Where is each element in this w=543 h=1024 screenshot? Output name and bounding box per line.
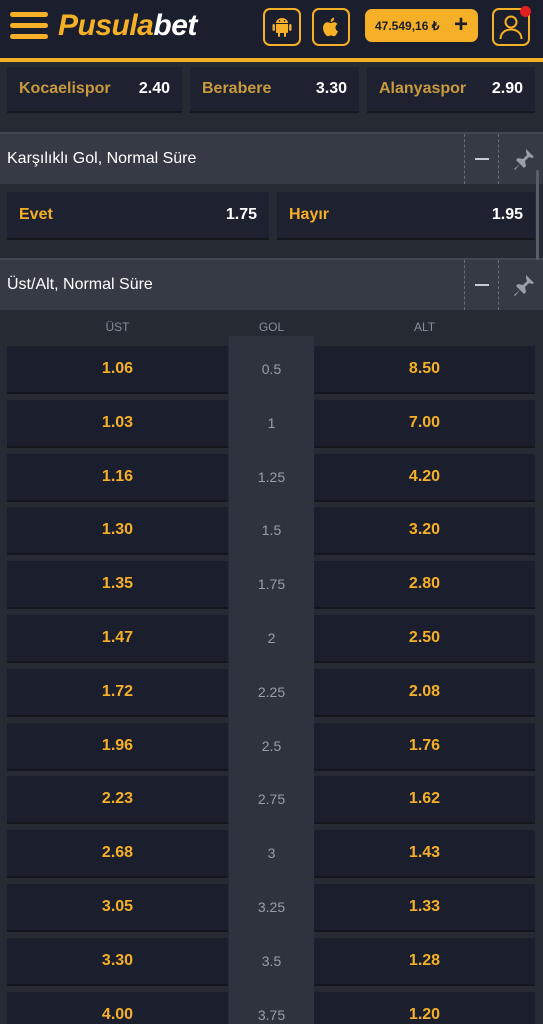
under-odd-button[interactable]: 1.20 — [314, 992, 535, 1024]
goal-line: 3.75 — [257, 1007, 286, 1023]
top-header: Pusulabet 47.549,16 ₺ + — [0, 0, 543, 58]
menu-icon[interactable] — [10, 12, 48, 40]
over-odd-button[interactable]: 1.16 — [7, 454, 228, 500]
btts-no[interactable]: Hayır 1.95 — [277, 192, 535, 238]
under-odd-button[interactable]: 1.62 — [314, 776, 535, 822]
over-odd-button[interactable]: 1.03 — [7, 400, 228, 446]
collapse-button[interactable] — [464, 134, 499, 184]
goal-line: 2.25 — [257, 684, 286, 700]
outcome-odd: 3.30 — [315, 80, 347, 97]
outcome-home[interactable]: Kocaelispor 2.40 — [7, 67, 182, 111]
under-odd-button[interactable]: 1.33 — [314, 884, 535, 930]
notification-dot — [520, 6, 531, 17]
over-odd-button[interactable]: 1.30 — [7, 507, 228, 553]
pin-icon[interactable] — [511, 272, 537, 298]
column-header-under: ALT — [413, 320, 436, 334]
balance-button[interactable]: 47.549,16 ₺ + — [365, 9, 478, 42]
goal-line: 1 — [267, 415, 276, 431]
android-icon — [272, 18, 292, 37]
outcome-name: Alanyaspor — [379, 80, 467, 97]
logo[interactable]: Pusulabet — [58, 6, 197, 46]
minus-icon — [474, 158, 489, 160]
column-header-line: GOL — [258, 320, 285, 334]
under-odd-button[interactable]: 1.43 — [314, 830, 535, 876]
ios-app-button[interactable] — [312, 8, 350, 46]
over-odd-button[interactable]: 2.68 — [7, 830, 228, 876]
outcome-odd: 2.40 — [138, 80, 170, 97]
market-header-over-under[interactable]: Üst/Alt, Normal Süre — [0, 258, 543, 310]
option-name: Hayır — [289, 206, 330, 223]
goal-line: 2 — [267, 630, 276, 646]
over-odd-button[interactable]: 4.00 — [7, 992, 228, 1024]
option-odd: 1.95 — [491, 206, 523, 223]
btts-yes[interactable]: Evet 1.75 — [7, 192, 269, 238]
option-odd: 1.75 — [225, 206, 257, 223]
over-odd-button[interactable]: 1.72 — [7, 669, 228, 715]
under-odd-button[interactable]: 4.20 — [314, 454, 535, 500]
under-odd-button[interactable]: 3.20 — [314, 507, 535, 553]
goal-line: 2.5 — [261, 738, 282, 754]
market-header-btts[interactable]: Karşılıklı Gol, Normal Süre — [0, 132, 543, 184]
option-name: Evet — [19, 206, 53, 223]
scrollbar[interactable] — [536, 170, 539, 260]
market-title: Üst/Alt, Normal Süre — [7, 276, 153, 293]
logo-part-1: Pusula — [58, 9, 154, 42]
goal-line: 1.5 — [261, 522, 282, 538]
balance-amount: 47.549,16 ₺ — [375, 18, 440, 33]
over-odd-button[interactable]: 3.30 — [7, 938, 228, 984]
under-odd-button[interactable]: 2.08 — [314, 669, 535, 715]
under-odd-button[interactable]: 2.50 — [314, 615, 535, 661]
goal-line: 3.25 — [257, 899, 286, 915]
goal-line: 0.5 — [261, 361, 282, 377]
android-app-button[interactable] — [263, 8, 301, 46]
column-header-over: ÜST — [105, 320, 130, 334]
outcome-away[interactable]: Alanyaspor 2.90 — [367, 67, 535, 111]
outcome-odd: 2.90 — [491, 80, 523, 97]
outcome-name: Kocaelispor — [19, 80, 111, 97]
pin-icon[interactable] — [511, 146, 537, 172]
outcome-name: Berabere — [202, 80, 272, 97]
over-odd-button[interactable]: 2.23 — [7, 776, 228, 822]
goal-line: 1.75 — [257, 576, 286, 592]
minus-icon — [474, 284, 489, 286]
outcome-draw[interactable]: Berabere 3.30 — [190, 67, 359, 111]
market-title: Karşılıklı Gol, Normal Süre — [7, 150, 197, 167]
over-odd-button[interactable]: 1.35 — [7, 561, 228, 607]
over-odd-button[interactable]: 3.05 — [7, 884, 228, 930]
under-odd-button[interactable]: 8.50 — [314, 346, 535, 392]
goal-line: 2.75 — [257, 791, 286, 807]
goal-line: 3 — [267, 845, 276, 861]
plus-icon: + — [453, 11, 468, 38]
over-odd-button[interactable]: 1.96 — [7, 723, 228, 769]
collapse-button[interactable] — [464, 260, 499, 310]
user-icon — [499, 15, 523, 40]
under-odd-button[interactable]: 2.80 — [314, 561, 535, 607]
under-odd-button[interactable]: 1.76 — [314, 723, 535, 769]
header-accent-line — [0, 58, 543, 62]
over-odd-button[interactable]: 1.47 — [7, 615, 228, 661]
goal-line: 3.5 — [261, 953, 282, 969]
logo-part-2: bet — [153, 9, 197, 42]
under-odd-button[interactable]: 7.00 — [314, 400, 535, 446]
goal-line: 1.25 — [257, 469, 286, 485]
under-odd-button[interactable]: 1.28 — [314, 938, 535, 984]
apple-icon — [323, 17, 338, 37]
over-odd-button[interactable]: 1.06 — [7, 346, 228, 392]
